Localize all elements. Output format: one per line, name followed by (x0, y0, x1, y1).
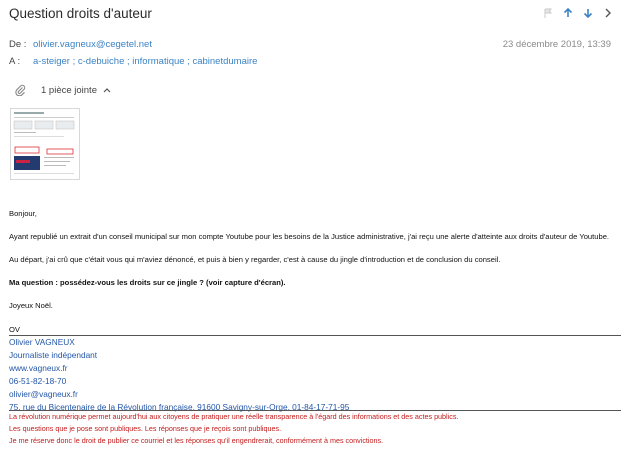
attachment-thumbnail[interactable] (10, 108, 80, 180)
attachment-count: 1 pièce jointe (41, 84, 97, 96)
to-row: A : a-steiger ; c-debuiche ; informatiqu… (9, 56, 257, 67)
previous-message-icon[interactable] (561, 6, 575, 20)
initials: OV (9, 325, 20, 334)
signature-email[interactable]: olivier@vagneux.fr (9, 389, 78, 399)
closing: Joyeux Noël. (9, 301, 53, 310)
signature-title: Journaliste indépendant (9, 350, 98, 360)
paragraph-2: Au départ, j'ai crû que c'était vous qui… (9, 255, 501, 264)
chevron-up-icon (103, 87, 111, 93)
disclaimer-line-2: Les questions que je pose sont publiques… (9, 424, 282, 433)
signature-phone: 06-51-82-18-70 (9, 376, 67, 386)
to-label: A : (9, 56, 21, 67)
paragraph-1: Ayant republié un extrait d'un conseil m… (9, 232, 610, 241)
chevron-right-icon[interactable] (601, 6, 615, 20)
signature-website[interactable]: www.vagneux.fr (9, 363, 68, 373)
message-date: 23 décembre 2019, 13:39 (502, 39, 611, 50)
signature-divider-top (9, 335, 621, 336)
message-toolbar (541, 6, 615, 20)
from-label: De : (9, 39, 27, 50)
email-subject: Question droits d'auteur (9, 6, 152, 21)
from-row: De : olivier.vagneux@cegetel.net (9, 39, 152, 50)
attachments-toggle[interactable]: 1 pièce jointe (15, 84, 111, 96)
disclaimer-line-1: La révolution numérique permet aujourd'h… (9, 412, 459, 421)
sender-address[interactable]: olivier.vagneux@cegetel.net (33, 39, 152, 50)
greeting: Bonjour, (9, 209, 37, 218)
recipients[interactable]: a-steiger ; c-debuiche ; informatique ; … (33, 56, 257, 67)
paperclip-icon (15, 84, 29, 96)
next-message-icon[interactable] (581, 6, 595, 20)
flag-icon[interactable] (541, 6, 555, 20)
question: Ma question : possédez-vous les droits s… (9, 278, 286, 287)
disclaimer-line-3: Je me réserve donc le droit de publier c… (9, 436, 384, 445)
signature-name: Olivier VAGNEUX (9, 337, 75, 347)
signature-divider-bottom (9, 410, 621, 411)
